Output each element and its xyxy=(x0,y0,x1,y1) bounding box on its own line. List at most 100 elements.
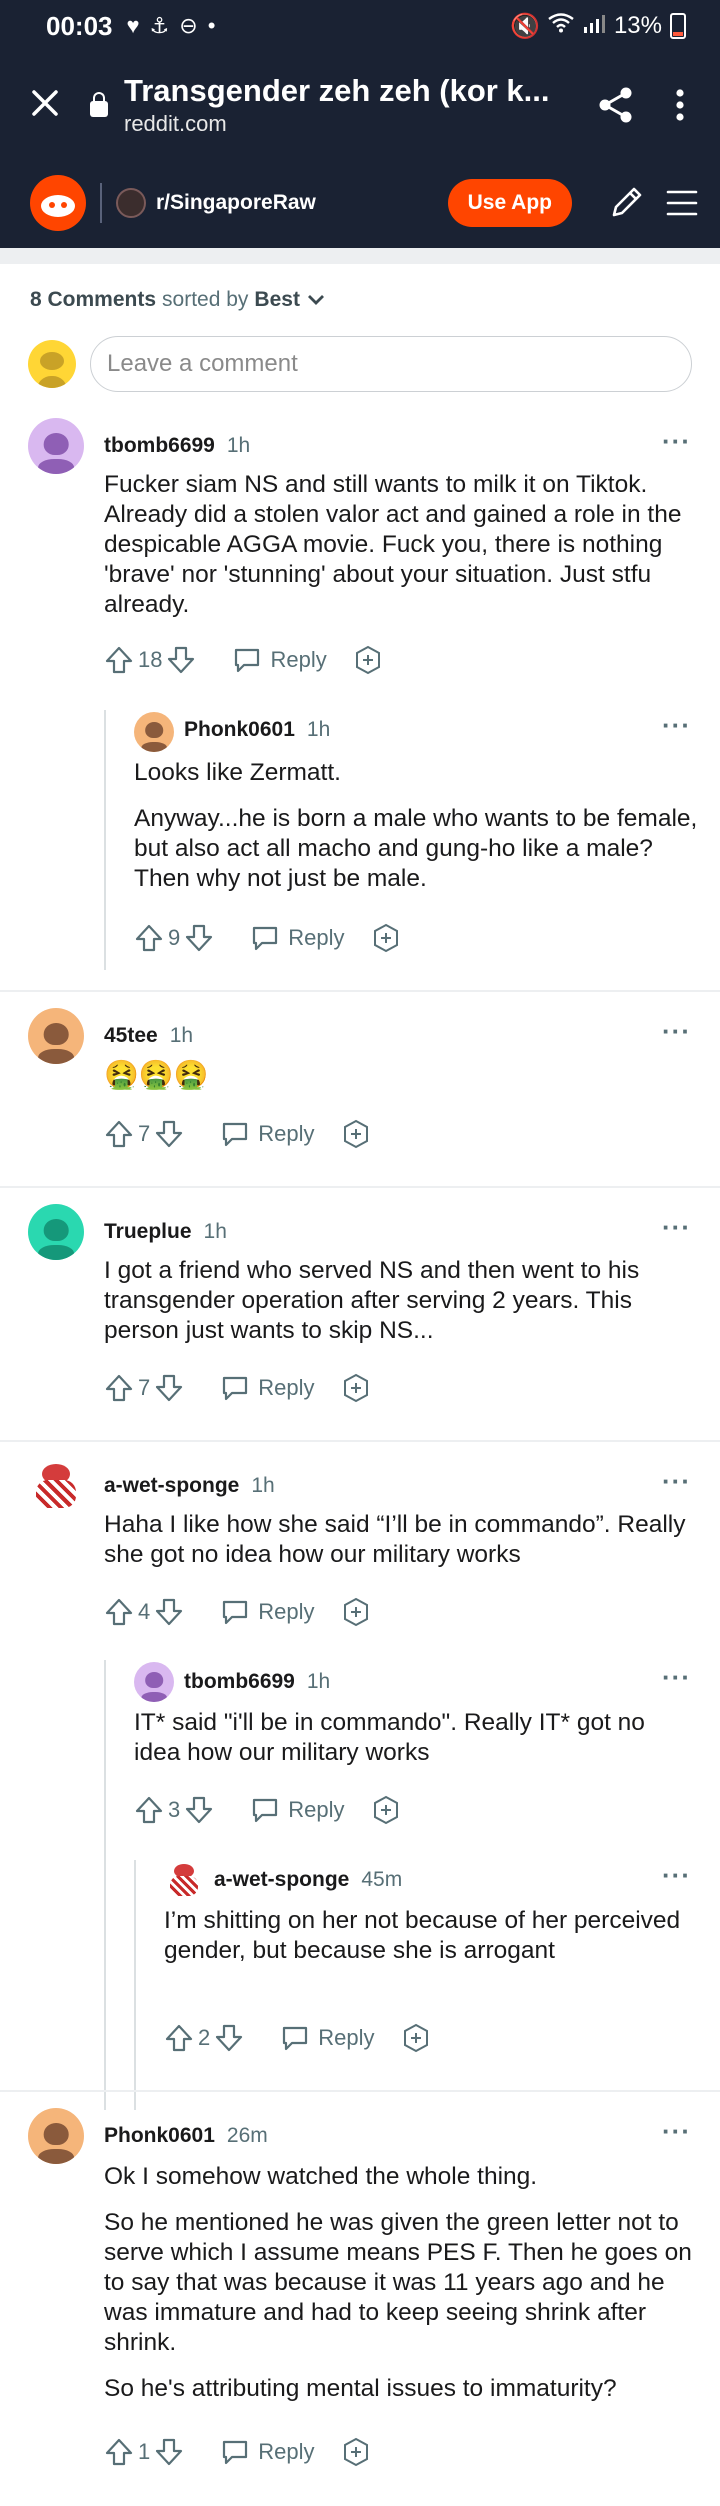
reply-icon xyxy=(283,2026,308,2051)
comment-actions: 7 Reply xyxy=(104,1114,371,1154)
comment-author[interactable]: tbomb6699 1h xyxy=(104,434,250,458)
downvote-icon[interactable] xyxy=(184,1795,214,1825)
avatar[interactable] xyxy=(28,2108,84,2164)
comment-author[interactable]: 45tee 1h xyxy=(104,1024,193,1048)
notification-icon: ♥ xyxy=(126,13,140,38)
comment-paragraph: Ok I somehow watched the whole thing. xyxy=(104,2163,538,2190)
avatar[interactable] xyxy=(28,418,84,474)
comment-more-button[interactable]: ··· xyxy=(662,1466,691,1497)
avatar[interactable] xyxy=(134,712,174,752)
reply-button[interactable]: Reply xyxy=(220,1120,315,1148)
vote-count: 3 xyxy=(168,1797,181,1822)
comment-paragraph: Anyway...he is born a male who wants to … xyxy=(134,805,698,892)
comment-body: IT* said "i'll be in commando". Really I… xyxy=(134,1708,698,1784)
reply-label: Reply xyxy=(318,2025,375,2050)
vote-count: 18 xyxy=(138,647,163,672)
downvote-icon[interactable] xyxy=(214,2023,244,2053)
avatar[interactable] xyxy=(28,1008,84,1064)
comment-body: 🤮🤮🤮 xyxy=(104,1060,694,1106)
comment-paragraph: 🤮🤮🤮 xyxy=(104,1059,209,1090)
reply-icon xyxy=(235,648,260,673)
reddit-logo-icon[interactable] xyxy=(30,175,86,231)
avatar[interactable] xyxy=(28,1458,84,1514)
comment-actions: 18 Reply xyxy=(104,640,383,680)
downvote-icon[interactable] xyxy=(154,1373,184,1403)
comment-input[interactable] xyxy=(90,336,692,392)
subreddit-link[interactable]: r/SingaporeRaw xyxy=(156,191,316,215)
url-display[interactable]: Transgender zeh zeh (kor k... reddit.com xyxy=(124,73,584,137)
comment-more-button[interactable]: ··· xyxy=(662,2116,691,2147)
menu-button[interactable] xyxy=(654,189,710,217)
comment-paragraph: IT* said "i'll be in commando". Really I… xyxy=(134,1709,645,1766)
sort-dropdown[interactable]: Best xyxy=(254,288,300,312)
page-title: Transgender zeh zeh (kor k... xyxy=(124,73,550,108)
comment-author[interactable]: a-wet-sponge 1h xyxy=(104,1474,275,1498)
create-post-button[interactable] xyxy=(598,185,654,221)
comment-body: Fucker siam NS and still wants to milk i… xyxy=(104,470,694,636)
vote-count: 2 xyxy=(198,2025,211,2050)
battery-level: 13% xyxy=(613,12,662,39)
award-button[interactable] xyxy=(371,1795,401,1825)
comment-more-button[interactable]: ··· xyxy=(662,1662,691,1693)
share-button[interactable] xyxy=(584,86,648,124)
award-button[interactable] xyxy=(371,923,401,953)
reply-button[interactable]: Reply xyxy=(220,2438,315,2466)
status-bar: 00:03 ♥ ⚓ ⊖ • 🔇 13% xyxy=(0,0,720,52)
downvote-icon[interactable] xyxy=(154,1597,184,1627)
comment-more-button[interactable]: ··· xyxy=(662,1016,691,1047)
comment-author[interactable]: a-wet-sponge 45m xyxy=(214,1868,402,1892)
downvote-icon[interactable] xyxy=(184,923,214,953)
comment-more-button[interactable]: ··· xyxy=(662,1212,691,1243)
use-app-button[interactable]: Use App xyxy=(447,179,572,227)
upvote-icon[interactable] xyxy=(134,1795,164,1825)
comment-author[interactable]: Phonk0601 26m xyxy=(104,2124,268,2148)
upvote-icon[interactable] xyxy=(104,1597,134,1627)
thread-line xyxy=(104,1660,106,2110)
reply-button[interactable]: Reply xyxy=(280,2024,375,2052)
vertical-dots-icon xyxy=(676,89,684,121)
comment-author[interactable]: Phonk0601 1h xyxy=(184,718,330,742)
reddit-header: r/SingaporeRaw Use App xyxy=(0,158,720,248)
comment-more-button[interactable]: ··· xyxy=(662,1860,691,1891)
downvote-icon[interactable] xyxy=(154,1119,184,1149)
comment-more-button[interactable]: ··· xyxy=(662,426,691,457)
comment-body: Ok I somehow watched the whole thing. So… xyxy=(104,2162,694,2420)
thread-line xyxy=(104,710,106,970)
comment-author[interactable]: tbomb6699 1h xyxy=(184,1670,330,1694)
upvote-icon[interactable] xyxy=(164,2023,194,2053)
reply-button[interactable]: Reply xyxy=(220,1598,315,1626)
reply-button[interactable]: Reply xyxy=(220,1374,315,1402)
avatar[interactable] xyxy=(28,1204,84,1260)
comment-paragraph: So he's attributing mental issues to imm… xyxy=(104,2375,617,2402)
comment-more-button[interactable]: ··· xyxy=(662,710,691,741)
award-button[interactable] xyxy=(341,2437,371,2467)
avatar[interactable] xyxy=(164,1860,204,1900)
award-button[interactable] xyxy=(353,645,383,675)
award-button[interactable] xyxy=(401,2023,431,2053)
reply-button[interactable]: Reply xyxy=(250,924,345,952)
upvote-icon[interactable] xyxy=(104,645,134,675)
comment-author[interactable]: Trueplue 1h xyxy=(104,1220,227,1244)
award-button[interactable] xyxy=(341,1119,371,1149)
reply-button[interactable]: Reply xyxy=(232,646,327,674)
status-time: 00:03 xyxy=(46,10,113,41)
award-button[interactable] xyxy=(341,1597,371,1627)
upvote-icon[interactable] xyxy=(104,1373,134,1403)
reply-label: Reply xyxy=(258,1375,315,1400)
upvote-icon[interactable] xyxy=(104,1119,134,1149)
reply-label: Reply xyxy=(270,647,327,672)
more-options-button[interactable] xyxy=(648,88,712,122)
upvote-icon[interactable] xyxy=(104,2437,134,2467)
reply-button[interactable]: Reply xyxy=(250,1796,345,1824)
chevron-down-icon[interactable] xyxy=(306,293,326,307)
close-tab-button[interactable] xyxy=(0,83,90,128)
award-button[interactable] xyxy=(341,1373,371,1403)
award-icon xyxy=(343,1597,368,1627)
comment-paragraph: Fucker siam NS and still wants to milk i… xyxy=(104,471,682,618)
comment-separator xyxy=(0,1440,720,1442)
downvote-icon[interactable] xyxy=(166,645,196,675)
downvote-icon[interactable] xyxy=(154,2437,184,2467)
reply-icon xyxy=(223,1600,248,1625)
upvote-icon[interactable] xyxy=(134,923,164,953)
avatar[interactable] xyxy=(134,1662,174,1702)
